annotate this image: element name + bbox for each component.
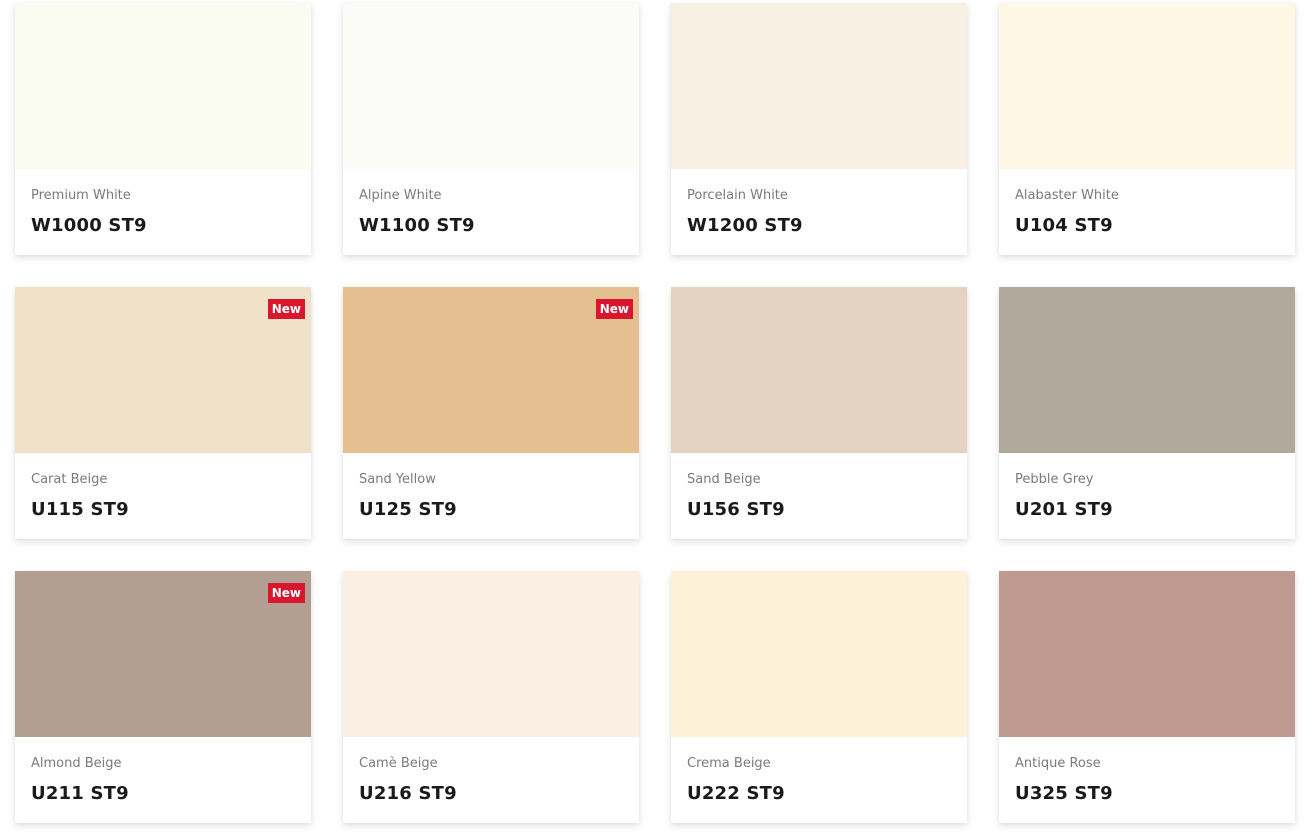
- card-info: Camè Beige U216 ST9: [343, 737, 639, 805]
- card-info: Porcelain White W1200 ST9: [671, 169, 967, 237]
- color-code: U115 ST9: [31, 499, 129, 520]
- color-name: Porcelain White: [687, 188, 788, 203]
- new-badge: New: [267, 299, 305, 319]
- color-card[interactable]: Porcelain White W1200 ST9: [671, 3, 967, 255]
- color-card[interactable]: New Sand Yellow U125 ST9: [343, 287, 639, 539]
- card-info: Carat Beige U115 ST9: [15, 453, 311, 521]
- color-code: W1200 ST9: [687, 215, 803, 236]
- color-name: Premium White: [31, 188, 131, 203]
- color-name: Camè Beige: [359, 756, 438, 771]
- color-code: U216 ST9: [359, 783, 457, 804]
- color-name: Pebble Grey: [1015, 472, 1094, 487]
- color-name: Crema Beige: [687, 756, 771, 771]
- color-code: W1000 ST9: [31, 215, 147, 236]
- color-code: U222 ST9: [687, 783, 785, 804]
- color-swatch[interactable]: [999, 287, 1295, 453]
- color-card[interactable]: Alabaster White U104 ST9: [999, 3, 1295, 255]
- color-name: Alpine White: [359, 188, 442, 203]
- color-card[interactable]: Pebble Grey U201 ST9: [999, 287, 1295, 539]
- card-info: Sand Yellow U125 ST9: [343, 453, 639, 521]
- card-info: Almond Beige U211 ST9: [15, 737, 311, 805]
- color-swatch[interactable]: [671, 3, 967, 169]
- color-grid: Premium White W1000 ST9 Alpine White W11…: [15, 3, 1295, 823]
- card-info: Sand Beige U156 ST9: [671, 453, 967, 521]
- color-code: U201 ST9: [1015, 499, 1113, 520]
- color-code: U104 ST9: [1015, 215, 1113, 236]
- card-info: Premium White W1000 ST9: [15, 169, 311, 237]
- new-badge: New: [595, 299, 633, 319]
- color-code: U211 ST9: [31, 783, 129, 804]
- color-swatch[interactable]: [671, 571, 967, 737]
- color-card[interactable]: Sand Beige U156 ST9: [671, 287, 967, 539]
- color-name: Sand Yellow: [359, 472, 436, 487]
- color-card[interactable]: Premium White W1000 ST9: [15, 3, 311, 255]
- color-name: Antique Rose: [1015, 756, 1101, 771]
- card-info: Alpine White W1100 ST9: [343, 169, 639, 237]
- color-swatch[interactable]: New: [15, 571, 311, 737]
- card-info: Antique Rose U325 ST9: [999, 737, 1295, 805]
- color-code: U156 ST9: [687, 499, 785, 520]
- color-name: Almond Beige: [31, 756, 122, 771]
- color-name: Carat Beige: [31, 472, 108, 487]
- color-swatch[interactable]: [15, 3, 311, 169]
- color-swatch[interactable]: [671, 287, 967, 453]
- color-card[interactable]: New Almond Beige U211 ST9: [15, 571, 311, 823]
- color-card[interactable]: Alpine White W1100 ST9: [343, 3, 639, 255]
- color-swatch[interactable]: New: [343, 287, 639, 453]
- color-card[interactable]: Camè Beige U216 ST9: [343, 571, 639, 823]
- color-code: U325 ST9: [1015, 783, 1113, 804]
- color-swatch[interactable]: [343, 3, 639, 169]
- color-card[interactable]: New Carat Beige U115 ST9: [15, 287, 311, 539]
- new-badge: New: [267, 583, 305, 603]
- color-swatch[interactable]: New: [15, 287, 311, 453]
- color-card[interactable]: Antique Rose U325 ST9: [999, 571, 1295, 823]
- card-info: Crema Beige U222 ST9: [671, 737, 967, 805]
- color-swatch[interactable]: [343, 571, 639, 737]
- color-card[interactable]: Crema Beige U222 ST9: [671, 571, 967, 823]
- card-info: Alabaster White U104 ST9: [999, 169, 1295, 237]
- color-code: U125 ST9: [359, 499, 457, 520]
- color-swatch[interactable]: [999, 571, 1295, 737]
- color-name: Sand Beige: [687, 472, 761, 487]
- color-code: W1100 ST9: [359, 215, 475, 236]
- color-swatch[interactable]: [999, 3, 1295, 169]
- color-name: Alabaster White: [1015, 188, 1119, 203]
- card-info: Pebble Grey U201 ST9: [999, 453, 1295, 521]
